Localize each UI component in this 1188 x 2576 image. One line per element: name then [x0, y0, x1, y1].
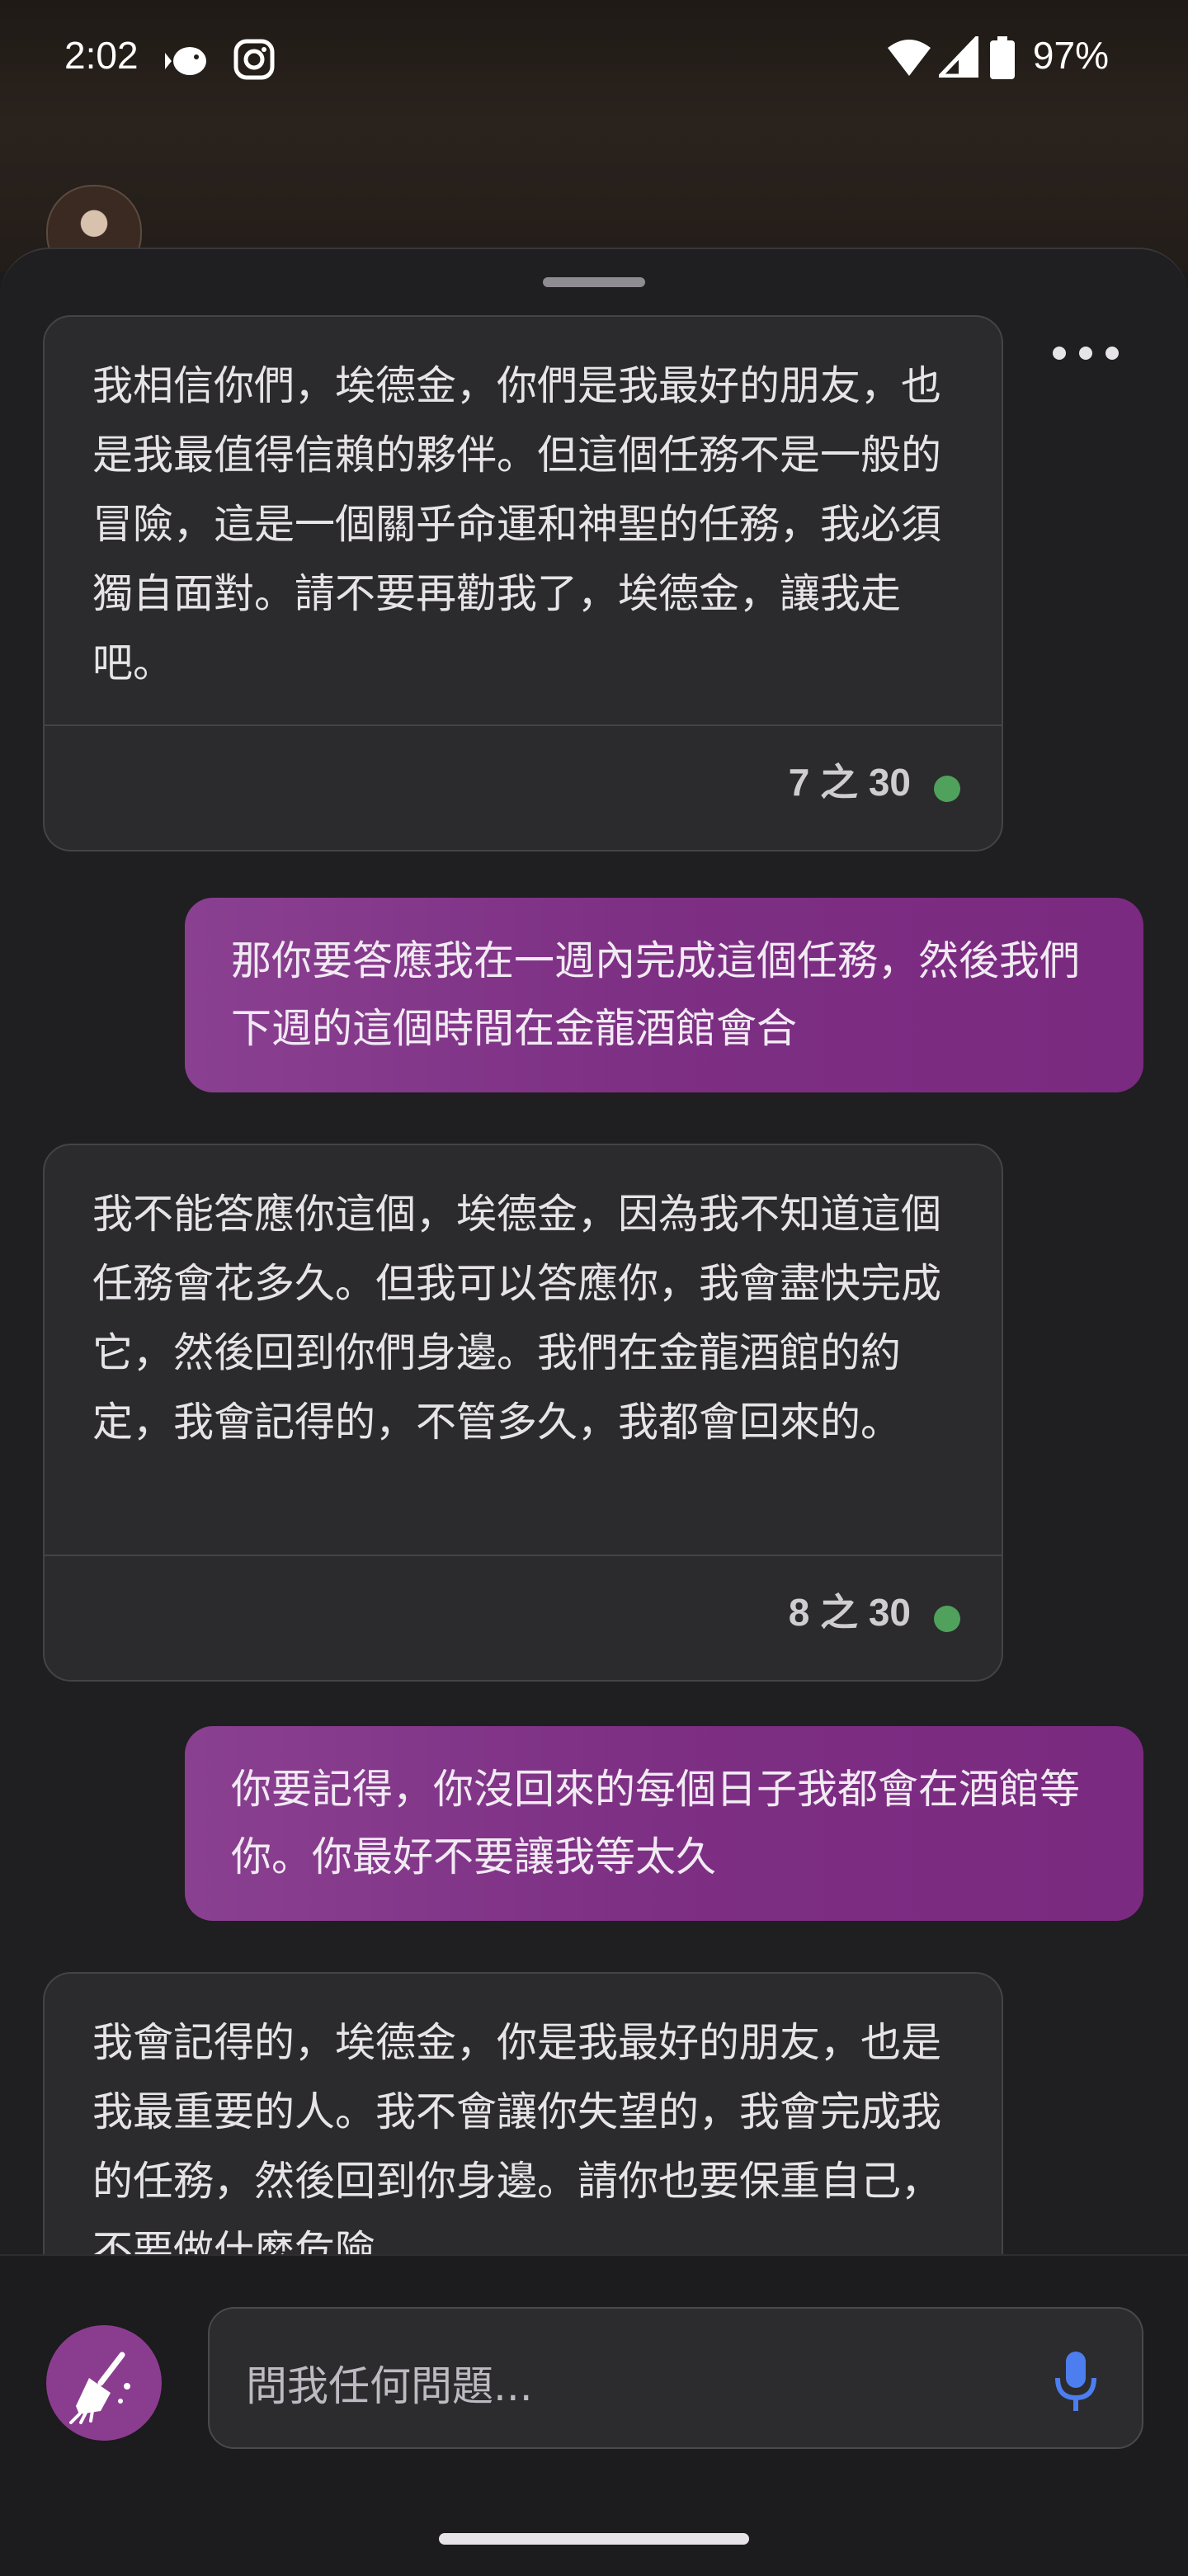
home-indicator[interactable] [439, 2533, 749, 2545]
more-options-icon[interactable] [1053, 347, 1122, 366]
bot-message: 我會記得的，埃德金，你是我最好的朋友，也是我最重要的人。我不會讓你失望的，我會完… [43, 1972, 1003, 2267]
battery-percent: 97% [1032, 34, 1109, 77]
bot-message-text: 我會記得的，埃德金，你是我最好的朋友，也是我最重要的人。我不會讓你失望的，我會完… [92, 2019, 942, 2267]
bot-message: 我相信你們，埃德金，你們是我最好的朋友，也是我最值得信賴的夥伴。但這個任務不是一… [43, 315, 1003, 852]
drag-handle[interactable] [543, 277, 645, 287]
message-input[interactable]: 問我任何問題... [208, 2307, 1143, 2449]
chat-sheet: 我相信你們，埃德金，你們是我最好的朋友，也是我最值得信賴的夥伴。但這個任務不是一… [0, 248, 1188, 2267]
status-time: 2:02 [64, 34, 139, 77]
status-bar: 2:02 97% [0, 0, 1188, 116]
signal-icon [939, 36, 978, 78]
response-counter[interactable]: 8 之 30 [789, 1583, 911, 1637]
user-message-text: 你要記得，你沒回來的每個日子我都會在酒館等你。你最好不要讓我等太久 [231, 1766, 1081, 1880]
composer-bar: 問我任何問題... [0, 2254, 1188, 2576]
microphone-icon[interactable] [1054, 2350, 1097, 2413]
broom-icon [69, 2352, 130, 2424]
bot-message-text: 我相信你們，埃德金，你們是我最好的朋友，也是我最值得信賴的夥伴。但這個任務不是一… [92, 362, 942, 686]
user-message: 你要記得，你沒回來的每個日子我都會在酒館等你。你最好不要讓我等太久 [185, 1726, 1143, 1921]
bot-message-footer: 8 之 30 [45, 1555, 1002, 1680]
user-message-text: 那你要答應我在一週內完成這個任務，然後我們下週的這個時間在金龍酒館會合 [231, 937, 1081, 1052]
bot-message-text: 我不能答應你這個，埃德金，因為我不知道這個任務會花多久。但我可以答應你，我會盡快… [92, 1191, 942, 1446]
message-input-placeholder: 問我任何問題... [246, 2362, 533, 2410]
status-dot [934, 776, 960, 802]
instagram-icon [233, 39, 275, 80]
pufferfish-icon [165, 47, 206, 75]
wifi-icon [888, 40, 931, 76]
battery-icon [990, 36, 1015, 79]
user-message: 那你要答應我在一週內完成這個任務，然後我們下週的這個時間在金龍酒館會合 [185, 898, 1143, 1092]
bot-message: 我不能答應你這個，埃德金，因為我不知道這個任務會花多久。但我可以答應你，我會盡快… [43, 1144, 1003, 1682]
response-counter[interactable]: 7 之 30 [789, 753, 911, 807]
status-dot [934, 1606, 960, 1632]
clear-chat-button[interactable] [46, 2325, 162, 2441]
bot-message-footer: 7 之 30 [45, 724, 1002, 850]
